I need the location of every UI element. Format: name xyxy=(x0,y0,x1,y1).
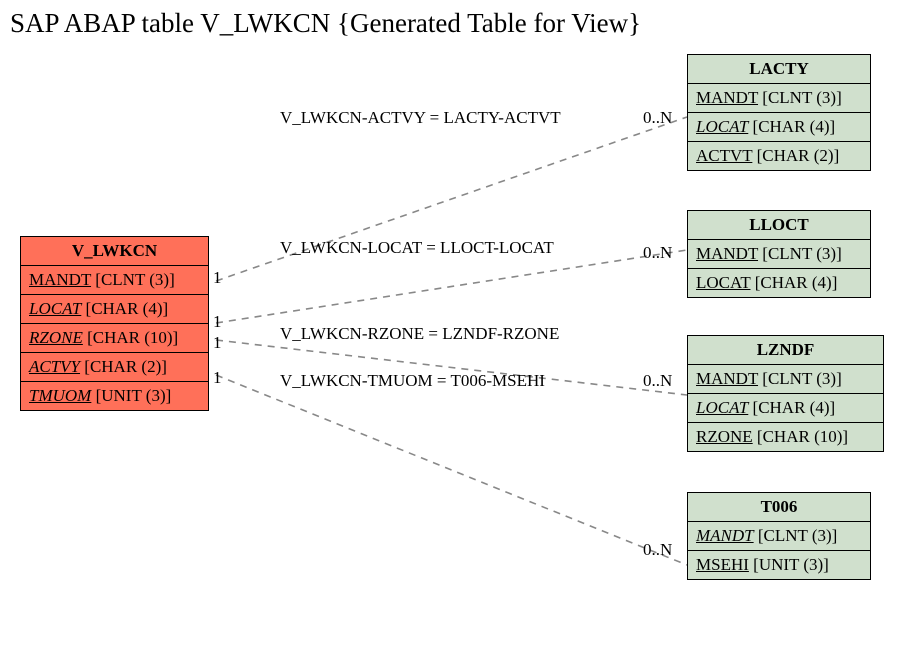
relation-label: V_LWKCN-LOCAT = LLOCT-LOCAT xyxy=(280,238,554,258)
field-name: TMUOM xyxy=(29,386,91,405)
field-name: LOCAT xyxy=(696,398,748,417)
relation-label: V_LWKCN-TMUOM = T006-MSEHI xyxy=(280,371,545,391)
field-row: ACTVY [CHAR (2)] xyxy=(21,353,208,382)
field-name: ACTVT xyxy=(696,146,752,165)
field-row: LOCAT [CHAR (4)] xyxy=(688,113,870,142)
entity-lacty: LACTY MANDT [CLNT (3)] LOCAT [CHAR (4)] … xyxy=(687,54,871,171)
field-type: [CHAR (4)] xyxy=(753,117,836,136)
right-cardinality: 0..N xyxy=(643,108,672,128)
right-cardinality: 0..N xyxy=(643,540,672,560)
field-type: [CHAR (10)] xyxy=(87,328,178,347)
field-name: MANDT xyxy=(696,369,758,388)
right-cardinality: 0..N xyxy=(643,243,672,263)
entity-t006: T006 MANDT [CLNT (3)] MSEHI [UNIT (3)] xyxy=(687,492,871,580)
field-name: MSEHI xyxy=(696,555,749,574)
entity-v-lwkcn: V_LWKCN MANDT [CLNT (3)] LOCAT [CHAR (4)… xyxy=(20,236,209,411)
field-type: [CLNT (3)] xyxy=(95,270,174,289)
field-name: RZONE xyxy=(29,328,83,347)
entity-header: LZNDF xyxy=(688,336,883,365)
left-cardinality: 1 xyxy=(213,312,222,332)
field-name: MANDT xyxy=(696,526,754,545)
field-name: LOCAT xyxy=(696,273,750,292)
entity-header: LLOCT xyxy=(688,211,870,240)
relation-label: V_LWKCN-RZONE = LZNDF-RZONE xyxy=(280,324,559,344)
field-row: MANDT [CLNT (3)] xyxy=(688,240,870,269)
left-cardinality: 1 xyxy=(213,268,222,288)
field-type: [UNIT (3)] xyxy=(96,386,172,405)
field-name: LOCAT xyxy=(696,117,748,136)
field-type: [CHAR (2)] xyxy=(84,357,167,376)
field-type: [CLNT (3)] xyxy=(762,369,841,388)
right-cardinality: 0..N xyxy=(643,371,672,391)
field-row: MSEHI [UNIT (3)] xyxy=(688,551,870,579)
field-row: RZONE [CHAR (10)] xyxy=(688,423,883,451)
entity-lzndf: LZNDF MANDT [CLNT (3)] LOCAT [CHAR (4)] … xyxy=(687,335,884,452)
field-name: MANDT xyxy=(696,244,758,263)
field-type: [CHAR (4)] xyxy=(86,299,169,318)
field-type: [CLNT (3)] xyxy=(758,526,837,545)
field-row: MANDT [CLNT (3)] xyxy=(688,84,870,113)
entity-header: V_LWKCN xyxy=(21,237,208,266)
field-row: MANDT [CLNT (3)] xyxy=(21,266,208,295)
field-row: LOCAT [CHAR (4)] xyxy=(688,269,870,297)
field-name: ACTVY xyxy=(29,357,80,376)
field-name: MANDT xyxy=(696,88,758,107)
field-name: MANDT xyxy=(29,270,91,289)
field-row: ACTVT [CHAR (2)] xyxy=(688,142,870,170)
er-diagram: SAP ABAP table V_LWKCN {Generated Table … xyxy=(0,0,909,650)
field-row: MANDT [CLNT (3)] xyxy=(688,522,870,551)
entity-header: LACTY xyxy=(688,55,870,84)
field-row: LOCAT [CHAR (4)] xyxy=(688,394,883,423)
field-type: [CHAR (4)] xyxy=(753,398,836,417)
left-cardinality: 1 xyxy=(213,333,222,353)
field-type: [CHAR (2)] xyxy=(757,146,840,165)
left-cardinality: 1 xyxy=(213,368,222,388)
field-row: TMUOM [UNIT (3)] xyxy=(21,382,208,410)
field-name: RZONE xyxy=(696,427,753,446)
page-title: SAP ABAP table V_LWKCN {Generated Table … xyxy=(10,8,641,39)
field-row: LOCAT [CHAR (4)] xyxy=(21,295,208,324)
entity-header: T006 xyxy=(688,493,870,522)
field-type: [CLNT (3)] xyxy=(762,244,841,263)
field-row: MANDT [CLNT (3)] xyxy=(688,365,883,394)
field-type: [UNIT (3)] xyxy=(753,555,829,574)
field-name: LOCAT xyxy=(29,299,81,318)
relation-label: V_LWKCN-ACTVY = LACTY-ACTVT xyxy=(280,108,561,128)
field-type: [CLNT (3)] xyxy=(762,88,841,107)
field-type: [CHAR (10)] xyxy=(757,427,848,446)
entity-lloct: LLOCT MANDT [CLNT (3)] LOCAT [CHAR (4)] xyxy=(687,210,871,298)
field-type: [CHAR (4)] xyxy=(755,273,838,292)
field-row: RZONE [CHAR (10)] xyxy=(21,324,208,353)
